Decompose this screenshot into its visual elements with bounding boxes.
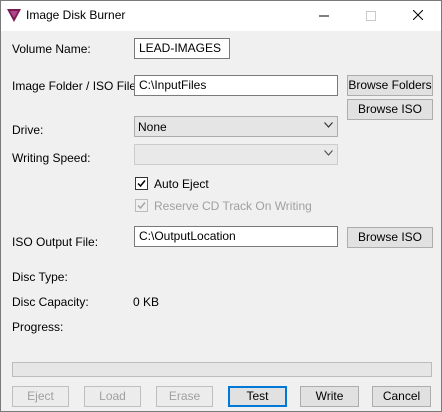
iso-output-label: ISO Output File: — [12, 235, 99, 249]
image-folder-input[interactable]: C:\InputFiles — [134, 75, 338, 96]
cancel-button[interactable]: Cancel — [372, 386, 431, 407]
reserve-cd-track-label: Reserve CD Track On Writing — [154, 199, 312, 213]
close-button[interactable] — [395, 1, 441, 31]
auto-eject-checkbox[interactable] — [135, 177, 148, 190]
minimize-icon — [319, 15, 329, 17]
drive-select[interactable]: None — [134, 116, 338, 137]
volume-name-input[interactable]: LEAD-IMAGES — [134, 38, 230, 59]
disc-capacity-value: 0 KB — [133, 295, 160, 309]
browse-iso-output-button[interactable]: Browse ISO — [347, 227, 433, 248]
progress-label: Progress: — [12, 320, 64, 334]
load-button[interactable]: Load — [84, 386, 141, 407]
window-title: Image Disk Burner — [26, 8, 126, 22]
iso-output-input[interactable]: C:\OutputLocation — [134, 226, 338, 247]
checkmark-icon — [137, 202, 146, 210]
progress-bar — [12, 362, 432, 377]
write-button[interactable]: Write — [300, 386, 359, 407]
browse-folders-button[interactable]: Browse Folders — [347, 75, 433, 96]
chevron-down-icon — [324, 122, 333, 128]
title-bar[interactable]: Image Disk Burner — [1, 1, 441, 31]
maximize-icon — [366, 11, 376, 21]
disc-type-label: Disc Type: — [12, 270, 68, 284]
drive-select-value: None — [138, 120, 167, 134]
image-folder-label: Image Folder / ISO File: — [12, 79, 140, 93]
volume-name-label: Volume Name: — [12, 42, 91, 56]
maximize-button[interactable] — [348, 1, 394, 31]
disc-capacity-label: Disc Capacity: — [12, 295, 89, 309]
writing-speed-select[interactable] — [134, 144, 338, 165]
checkmark-icon — [137, 180, 146, 188]
test-button[interactable]: Test — [228, 386, 287, 407]
app-triangle-icon — [7, 9, 21, 22]
minimize-button[interactable] — [301, 1, 347, 31]
drive-label: Drive: — [12, 123, 44, 137]
writing-speed-label: Writing Speed: — [12, 151, 91, 165]
image-disk-burner-window: Image Disk Burner Volume Name: LEAD-IMAG… — [0, 0, 442, 412]
auto-eject-label[interactable]: Auto Eject — [154, 177, 209, 191]
chevron-down-icon — [324, 150, 333, 156]
reserve-cd-track-checkbox[interactable] — [135, 199, 148, 212]
close-icon — [412, 9, 424, 21]
eject-button[interactable]: Eject — [12, 386, 69, 407]
browse-iso-button[interactable]: Browse ISO — [347, 99, 433, 120]
erase-button[interactable]: Erase — [156, 386, 213, 407]
